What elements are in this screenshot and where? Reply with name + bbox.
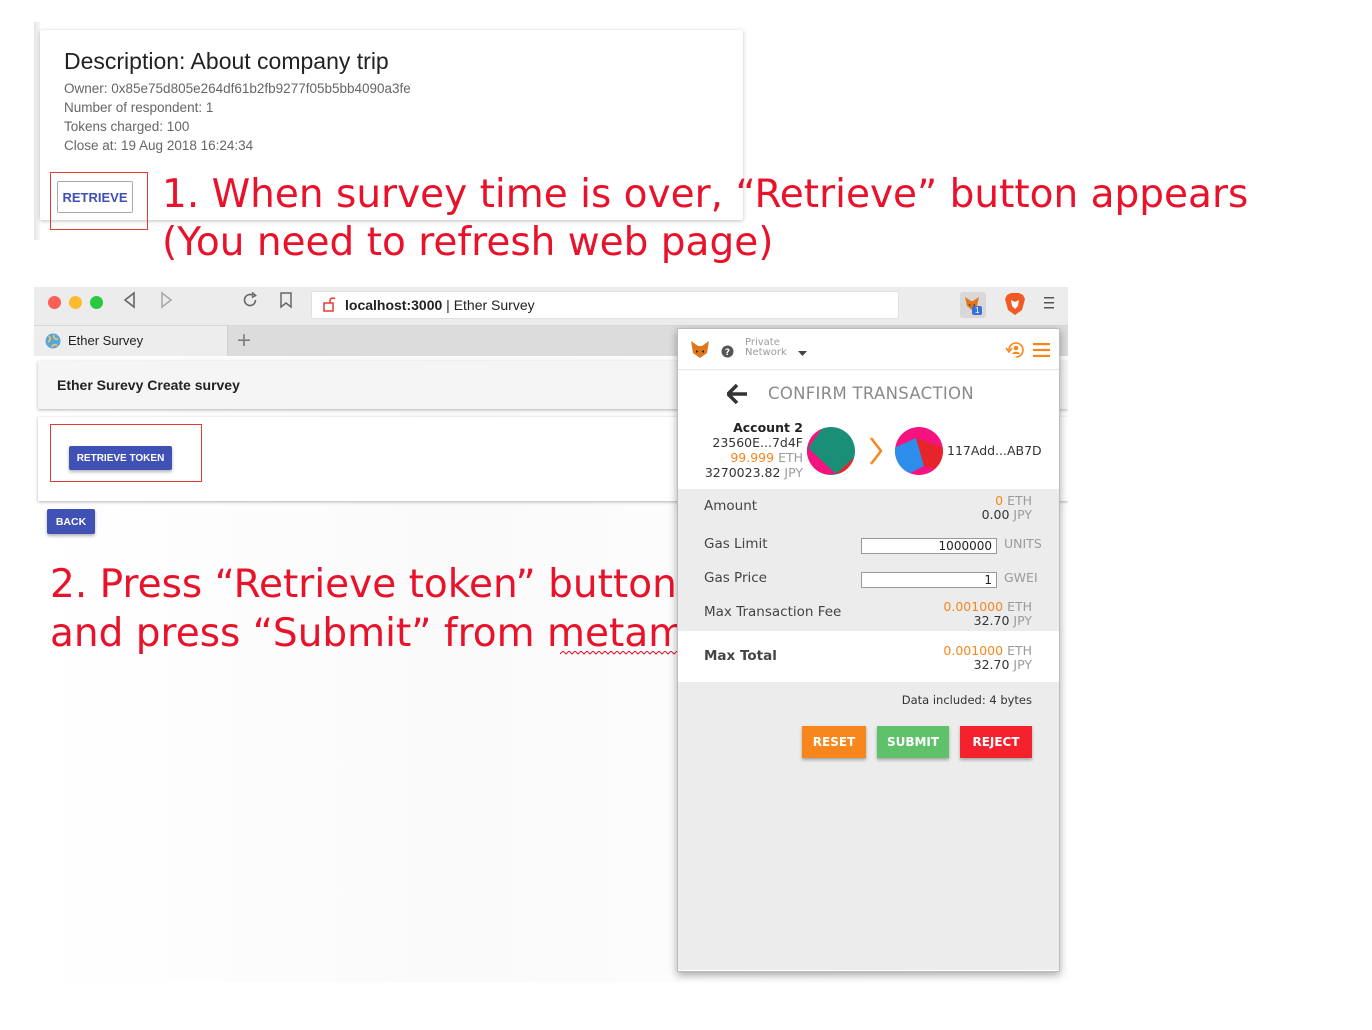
- max-total-eth-unit: ETH: [1007, 643, 1032, 658]
- amount-label: Amount: [704, 498, 758, 514]
- max-fee-jpy: 32.70: [973, 613, 1010, 628]
- annotation-step1-line1: 1. When survey time is over, “Retrieve” …: [162, 172, 1249, 217]
- survey-respondents: Number of respondent: 1: [64, 100, 214, 115]
- menu-icon[interactable]: [1043, 295, 1055, 316]
- gas-limit-label: Gas Limit: [704, 536, 768, 552]
- highlight-retrieve-button: [50, 172, 148, 230]
- max-total-jpy: 32.70: [973, 657, 1010, 672]
- reject-button[interactable]: REJECT: [960, 726, 1032, 758]
- browser-toolbar: localhost:3000 | Ether Survey 1: [34, 287, 1068, 326]
- survey-close-at: Close at: 19 Aug 2018 16:24:34: [64, 138, 254, 153]
- network-dropdown-icon[interactable]: [798, 342, 807, 361]
- amount-eth: 0: [995, 493, 1004, 508]
- gas-price-input[interactable]: 1: [861, 572, 997, 588]
- back-arrow-icon[interactable]: [725, 383, 748, 408]
- back-button[interactable]: BACK: [47, 509, 95, 534]
- tab-title: Ether Survey: [68, 333, 144, 348]
- confirm-transaction-heading: CONFIRM TRANSACTION: [768, 384, 974, 403]
- new-tab-button[interactable]: +: [236, 329, 252, 351]
- lock-open-icon: [322, 296, 336, 317]
- max-total-value: 0.001000 ETH 32.70 JPY: [943, 644, 1032, 672]
- amount-jpy: 0.00: [981, 507, 1010, 522]
- max-total-eth: 0.001000: [943, 643, 1004, 658]
- account-switch-icon[interactable]: [1005, 340, 1027, 364]
- url-page-title: Ether Survey: [453, 297, 535, 313]
- annotation-step2-line2: and press “Submit” from metamask: [50, 611, 754, 656]
- brave-shield-icon[interactable]: [1004, 292, 1026, 321]
- globe-icon: [45, 333, 61, 354]
- sender-jpy-balance: 3270023.82: [704, 465, 781, 480]
- sender-address: 23560E...7d4F: [712, 435, 803, 450]
- metamask-popup: ? Private Network CONFIRM TRANSACTION Ac…: [677, 328, 1060, 972]
- url-text: localhost:3000 | Ether Survey: [345, 297, 535, 313]
- gas-limit-unit: UNITS: [1004, 536, 1042, 551]
- sender-eth-unit: ETH: [778, 450, 803, 465]
- metamask-extension-button[interactable]: 1: [960, 292, 986, 318]
- max-fee-eth-unit: ETH: [1007, 599, 1032, 614]
- max-fee-value: 0.001000 ETH 32.70 JPY: [943, 600, 1032, 628]
- url-separator: |: [442, 297, 454, 313]
- amount-value: 0 ETH 0.00 JPY: [982, 494, 1032, 522]
- url-host: localhost:3000: [345, 297, 443, 313]
- annotation-step1-line2: (You need to refresh web page): [162, 220, 774, 265]
- amount-eth-unit: ETH: [1007, 493, 1032, 508]
- sender-jpy-unit: JPY: [784, 465, 803, 480]
- bookmark-icon[interactable]: [279, 292, 293, 314]
- max-total-label: Max Total: [704, 648, 777, 664]
- minimize-window-icon[interactable]: [69, 296, 82, 309]
- max-fee-label: Max Transaction Fee: [704, 604, 842, 620]
- network-line2: Network: [745, 347, 787, 358]
- sender-account-name: Account 2: [733, 420, 803, 435]
- maximize-window-icon[interactable]: [90, 296, 103, 309]
- survey-owner: Owner: 0x85e75d805e264df61b2fb9277f05b5b…: [64, 81, 411, 96]
- annotation-step2-line1: 2. Press “Retrieve token” button: [50, 562, 677, 607]
- gas-price-unit: GWEI: [1004, 570, 1038, 585]
- reset-button[interactable]: RESET: [802, 726, 866, 758]
- app-bar-title: Ether Surevy Create survey: [57, 377, 240, 393]
- survey-tokens-charged: Tokens charged: 100: [64, 119, 190, 134]
- submit-button[interactable]: SUBMIT: [877, 726, 949, 758]
- network-selector[interactable]: Private Network: [745, 338, 787, 358]
- svg-text:?: ?: [725, 348, 730, 358]
- metamask-fox-icon: [690, 340, 710, 363]
- sender-account: Account 2 23560E...7d4F 99.999 ETH 32700…: [705, 420, 803, 480]
- max-fee-eth: 0.001000: [943, 599, 1004, 614]
- recipient-identicon: [894, 426, 944, 480]
- tab-ether-survey[interactable]: Ether Survey: [34, 326, 228, 356]
- help-icon[interactable]: ?: [721, 343, 734, 362]
- sender-identicon: [806, 426, 856, 480]
- forward-arrow-icon[interactable]: [158, 291, 174, 314]
- sender-eth-balance: 99.999: [730, 450, 775, 465]
- max-fee-jpy-unit: JPY: [1013, 613, 1032, 628]
- max-total-jpy-unit: JPY: [1013, 657, 1032, 672]
- extension-badge: 1: [972, 306, 983, 315]
- hamburger-menu-icon[interactable]: [1033, 342, 1050, 361]
- survey-description-title: Description: About company trip: [64, 48, 389, 74]
- data-included-text: Data included: 4 bytes: [901, 693, 1032, 707]
- metamask-header: ? Private Network: [678, 329, 1059, 370]
- amount-jpy-unit: JPY: [1013, 507, 1032, 522]
- gas-price-label: Gas Price: [704, 570, 767, 586]
- close-window-icon[interactable]: [48, 296, 61, 309]
- reload-icon[interactable]: [241, 291, 259, 314]
- back-arrow-icon[interactable]: [122, 291, 138, 314]
- gas-limit-input[interactable]: 1000000: [861, 538, 997, 554]
- recipient-address: 117Add...AB7D: [947, 443, 1042, 458]
- address-bar[interactable]: localhost:3000 | Ether Survey: [311, 291, 899, 319]
- chevron-right-icon: [869, 436, 883, 470]
- highlight-retrieve-token-button: [50, 424, 202, 482]
